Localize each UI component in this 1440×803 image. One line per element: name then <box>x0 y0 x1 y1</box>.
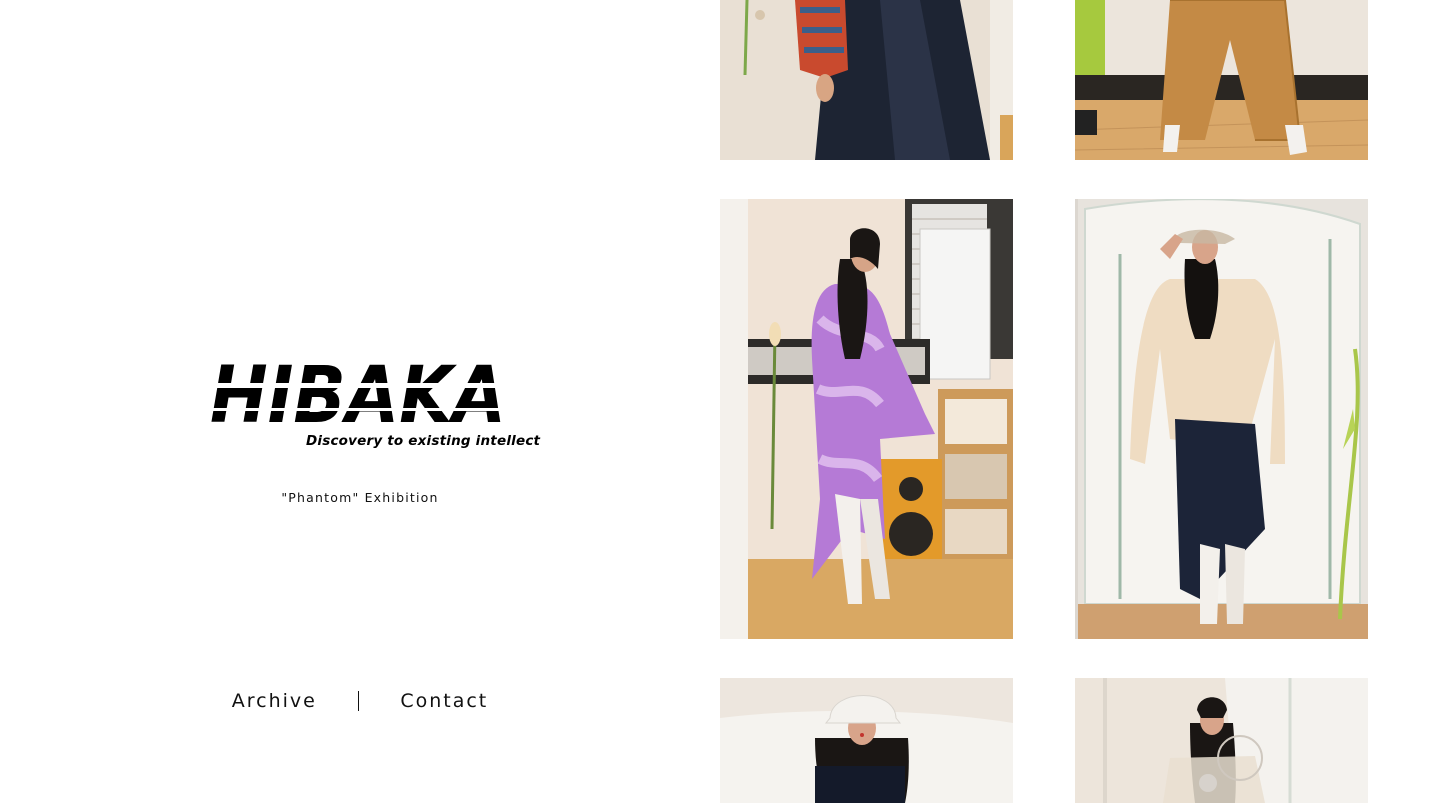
logo-text: HIBAKA <box>210 351 506 430</box>
photo-look-top-left[interactable] <box>720 0 1013 160</box>
photo-look-sheer-jacket[interactable] <box>1075 678 1368 803</box>
photo-look-top-right[interactable] <box>1075 0 1368 160</box>
photo-look-purple-tiedye[interactable] <box>720 199 1013 639</box>
logo-tagline: Discovery to existing intellect <box>306 433 541 449</box>
footer-nav: Archive Contact <box>0 690 720 712</box>
photo-look-bucket-hat[interactable] <box>720 678 1013 803</box>
nav-divider <box>357 691 360 711</box>
photo-look-beige-top[interactable] <box>1075 199 1368 639</box>
nav-contact-link[interactable]: Contact <box>400 690 488 712</box>
page: HIBAKA Discovery to existing intellect "… <box>0 0 1440 803</box>
brand-panel: HIBAKA Discovery to existing intellect "… <box>0 0 720 803</box>
nav-archive-link[interactable]: Archive <box>232 690 317 712</box>
logo-wordmark: HIBAKA <box>206 351 516 430</box>
exhibition-title[interactable]: "Phantom" Exhibition <box>0 490 720 505</box>
